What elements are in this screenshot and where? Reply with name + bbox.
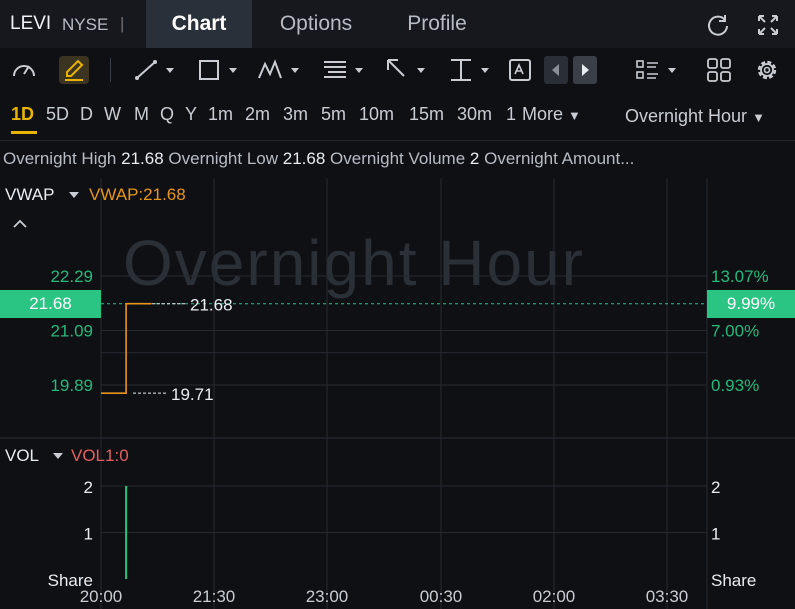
prev-icon[interactable] [544,56,568,84]
price-tick-label: 21.09 [50,322,93,341]
vol-indicator-name[interactable]: VOL [5,446,39,466]
ticker-symbol: LEVI [10,13,52,34]
active-timeframe-underline [11,131,37,134]
volume-right-tick-label: 2 [711,478,720,497]
tab-profile[interactable]: Profile [388,0,486,48]
vol-value: VOL1:0 [71,446,129,465]
timeframe-M[interactable]: M [134,104,149,125]
chevron-up-icon[interactable] [12,218,28,230]
grid-layout-icon[interactable] [705,56,733,84]
session-label: Overnight Hour [625,106,748,126]
session-stats: Overnight High 21.68 Overnight Low 21.68… [3,149,634,169]
timeframe-Q[interactable]: Q [160,104,174,125]
next-icon[interactable] [573,56,597,84]
time-tick-label: 00:30 [420,587,463,606]
rectangle-tool-icon[interactable] [196,56,242,84]
list-layout-icon[interactable] [634,56,682,84]
timeframe-15m[interactable]: 15m [409,104,444,125]
text-tool-icon[interactable] [508,56,534,84]
more-timeframes-button[interactable]: More ▼ [522,104,581,125]
time-tick-label: 21:30 [193,587,236,606]
tab-options[interactable]: Options [262,0,370,48]
high-value: 21.68 [121,149,164,168]
exchange-label: NYSE [62,15,109,34]
current-percent-tag: 9.99% [707,290,795,318]
volume-right-tick-label: Share [711,571,756,590]
chevron-down-icon[interactable] [68,190,80,200]
low-value: 21.68 [282,149,326,168]
timeframe-30m[interactable]: 30m [457,104,492,125]
vwap-value: VWAP:21.68 [89,185,186,204]
volume-right-tick-label: 1 [711,525,720,544]
timeframe-Y[interactable]: Y [185,104,197,125]
line-tool-icon[interactable] [133,56,179,84]
divider [0,140,795,141]
settings-icon[interactable] [753,56,781,84]
chevron-down-icon[interactable] [52,451,64,461]
timeframe-W[interactable]: W [104,104,121,125]
volume-bar [125,486,128,579]
percent-tick-label: 13.07% [711,267,769,286]
level-tool-icon[interactable] [448,56,494,84]
price-annotation: 19.71 [171,385,214,404]
price-annotation: 21.68 [190,296,233,315]
low-label: Overnight Low [168,149,279,168]
amount-label: Overnight Amount... [484,149,635,168]
timeframe-3m[interactable]: 3m [283,104,308,125]
session-select[interactable]: Overnight Hour ▼ [625,106,765,127]
time-tick-label: 03:30 [646,587,689,606]
toolbar-divider [110,58,111,82]
timeframe-2m[interactable]: 2m [245,104,270,125]
timeframe-1m[interactable]: 1m [208,104,233,125]
timeframe-D[interactable]: D [80,104,93,125]
timeframe-5m[interactable]: 5m [321,104,346,125]
timeframe-5D[interactable]: 5D [46,104,69,125]
vwap-line [101,302,152,394]
price-tick-label: 19.89 [50,376,93,395]
pattern-tool-icon[interactable] [257,56,305,84]
pencil-icon[interactable] [59,56,89,84]
chevron-down-icon: ▼ [568,108,581,123]
gauge-icon[interactable] [10,56,38,84]
percent-tick-label: 0.93% [711,376,759,395]
timeframe-1[interactable]: 1 [506,104,516,125]
header-separator: | [120,14,125,33]
high-label: Overnight High [3,149,117,168]
arrow-tool-icon[interactable] [384,56,430,84]
time-tick-label: 20:00 [80,587,123,606]
timeframe-1D[interactable]: 1D [11,104,34,125]
volume-tick-label: 2 [84,478,93,497]
volume-value: 2 [469,149,480,168]
percent-tick-label: 7.00% [711,322,759,341]
volume-tick-label: 1 [84,525,93,544]
more-label: More [522,104,564,124]
vwap-indicator-name[interactable]: VWAP [5,185,54,205]
price-tick-label: 22.29 [50,267,93,286]
fullscreen-icon[interactable] [755,12,781,38]
volume-label: Overnight Volume [330,149,466,168]
timeframe-10m[interactable]: 10m [359,104,394,125]
chevron-down-icon: ▼ [752,110,765,125]
fib-tool-icon[interactable] [322,56,368,84]
current-price-tag: 21.68 [0,290,101,318]
price-chart[interactable]: 22.29 13.07% 21.09 7.00% 19.89 0.93% 21.68 19.7… [0,178,795,609]
time-tick-label: 02:00 [533,587,576,606]
time-tick-label: 23:00 [306,587,349,606]
refresh-icon[interactable] [705,12,731,38]
tab-chart[interactable]: Chart [146,0,252,48]
